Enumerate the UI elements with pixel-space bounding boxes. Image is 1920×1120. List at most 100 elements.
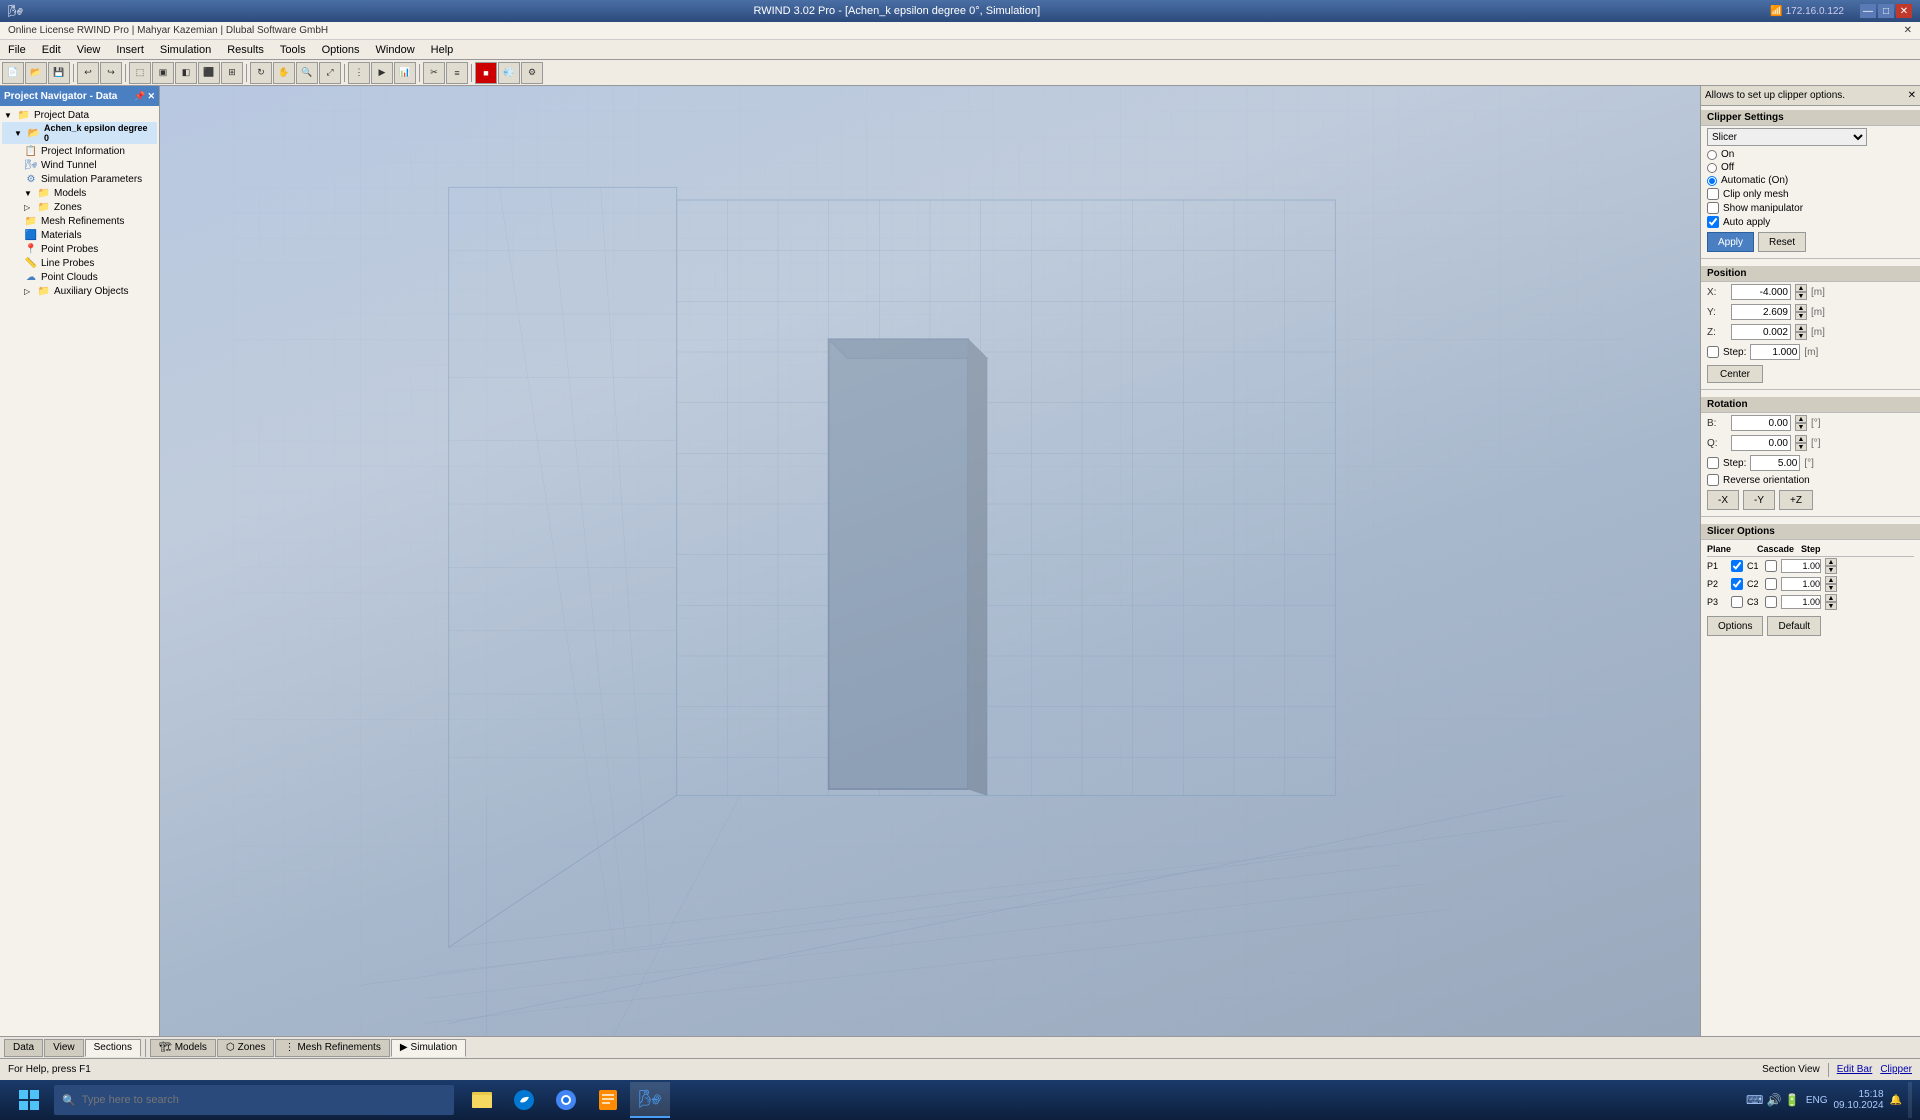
auto-apply-checkbox[interactable] <box>1707 216 1719 228</box>
pos-y-down[interactable]: ▼ <box>1795 312 1807 320</box>
pan-btn[interactable]: ✋ <box>273 62 295 84</box>
taskbar-search-box[interactable]: 🔍 <box>54 1085 454 1115</box>
start-button[interactable] <box>4 1082 54 1118</box>
rot-q-up[interactable]: ▲ <box>1795 435 1807 443</box>
license-close-btn[interactable]: ✕ <box>1904 25 1912 36</box>
view-btn5[interactable]: ⊞ <box>221 62 243 84</box>
slicer-p3-down[interactable]: ▼ <box>1825 602 1837 610</box>
rot-step-checkbox[interactable] <box>1707 457 1719 469</box>
taskbar-show-desktop-btn[interactable] <box>1908 1082 1912 1118</box>
slicer-p2-checkbox[interactable] <box>1731 578 1743 590</box>
maximize-btn[interactable]: □ <box>1878 4 1894 18</box>
taskbar-app-files[interactable] <box>588 1082 628 1118</box>
zoom-btn[interactable]: 🔍 <box>296 62 318 84</box>
view-btn4[interactable]: ⬛ <box>198 62 220 84</box>
slicer-c2-checkbox[interactable] <box>1765 578 1777 590</box>
slicer-p1-spin[interactable]: ▲ ▼ <box>1825 558 1837 574</box>
pos-y-spin[interactable]: ▲ ▼ <box>1795 304 1807 320</box>
tab-mesh-refinements[interactable]: ⋮ Mesh Refinements <box>275 1039 389 1057</box>
rot-b-down[interactable]: ▼ <box>1795 423 1807 431</box>
neg-x-button[interactable]: -X <box>1707 490 1739 510</box>
neg-y-button[interactable]: -Y <box>1743 490 1775 510</box>
tree-item-models[interactable]: ▼ 📁 Models <box>2 186 157 200</box>
taskbar-app-edge[interactable] <box>504 1082 544 1118</box>
slicer-type-dropdown[interactable]: Slicer <box>1707 128 1867 146</box>
viewport[interactable] <box>160 86 1700 1036</box>
reset-button[interactable]: Reset <box>1758 232 1806 252</box>
rot-step-input[interactable] <box>1750 455 1800 471</box>
rotate-btn[interactable]: ↻ <box>250 62 272 84</box>
menu-item-window[interactable]: Window <box>368 42 423 58</box>
tree-item-auxobjects[interactable]: ▷ 📁 Auxiliary Objects <box>2 284 157 298</box>
slicer-p1-checkbox[interactable] <box>1731 560 1743 572</box>
tree-item-pointprobes[interactable]: 📍 Point Probes <box>2 242 157 256</box>
edit-bar-btn[interactable]: Edit Bar <box>1837 1064 1873 1075</box>
taskbar-notif-icon[interactable]: 🔔 <box>1890 1095 1902 1106</box>
wind-btn[interactable]: 💨 <box>498 62 520 84</box>
redo-btn[interactable]: ↪ <box>100 62 122 84</box>
taskbar-app-explorer[interactable] <box>462 1082 502 1118</box>
slicer-c3-checkbox[interactable] <box>1765 596 1777 608</box>
radio-off[interactable] <box>1707 163 1717 173</box>
slicer-p1-down[interactable]: ▼ <box>1825 566 1837 574</box>
slicer-p3-up[interactable]: ▲ <box>1825 594 1837 602</box>
rot-q-spin[interactable]: ▲ ▼ <box>1795 435 1807 451</box>
slicer-p3-step[interactable] <box>1781 595 1821 609</box>
slicer-c1-checkbox[interactable] <box>1765 560 1777 572</box>
menu-item-edit[interactable]: Edit <box>34 42 69 58</box>
panel-header-controls[interactable]: 📌 ✕ <box>134 91 155 102</box>
menu-item-insert[interactable]: Insert <box>108 42 152 58</box>
tab-data[interactable]: Data <box>4 1039 43 1057</box>
menu-item-options[interactable]: Options <box>314 42 368 58</box>
rot-b-spin[interactable]: ▲ ▼ <box>1795 415 1807 431</box>
pos-x-input[interactable] <box>1731 284 1791 300</box>
tree-item-windtunnel[interactable]: 🌬 Wind Tunnel <box>2 158 157 172</box>
undo-btn[interactable]: ↩ <box>77 62 99 84</box>
tab-sections[interactable]: Sections <box>85 1039 141 1057</box>
slicer-p2-step[interactable] <box>1781 577 1821 591</box>
slicer-p1-step[interactable] <box>1781 559 1821 573</box>
tab-models[interactable]: 🏗 Models <box>150 1039 216 1057</box>
clipper-btn[interactable]: Clipper <box>1880 1064 1912 1075</box>
view-btn1[interactable]: ⬚ <box>129 62 151 84</box>
title-bar-controls[interactable]: — □ ✕ <box>1860 4 1912 18</box>
fit-btn[interactable]: ⤢ <box>319 62 341 84</box>
manipulator-checkbox[interactable] <box>1707 202 1719 214</box>
tab-zones[interactable]: ⬡ Zones <box>217 1039 275 1057</box>
pos-z-spin[interactable]: ▲ ▼ <box>1795 324 1807 340</box>
tree-item-meshrefinements[interactable]: 📁 Mesh Refinements <box>2 214 157 228</box>
tree-item-zones[interactable]: ▷ 📁 Zones <box>2 200 157 214</box>
pos-x-up[interactable]: ▲ <box>1795 284 1807 292</box>
right-panel-close-btn[interactable]: ✕ <box>1908 90 1916 101</box>
menu-item-file[interactable]: File <box>0 42 34 58</box>
tree-item-materials[interactable]: 🟦 Materials <box>2 228 157 242</box>
pos-x-spin[interactable]: ▲ ▼ <box>1795 284 1807 300</box>
save-btn[interactable]: 💾 <box>48 62 70 84</box>
pos-z-button[interactable]: +Z <box>1779 490 1813 510</box>
tree-item-lineprobes[interactable]: 📏 Line Probes <box>2 256 157 270</box>
menu-item-simulation[interactable]: Simulation <box>152 42 219 58</box>
rot-q-input[interactable] <box>1731 435 1791 451</box>
apply-button[interactable]: Apply <box>1707 232 1754 252</box>
tab-view[interactable]: View <box>44 1039 84 1057</box>
radio-auto[interactable] <box>1707 176 1717 186</box>
tree-item-projinfo[interactable]: 📋 Project Information <box>2 144 157 158</box>
default-button[interactable]: Default <box>1767 616 1821 636</box>
mesh-btn[interactable]: ⋮ <box>348 62 370 84</box>
taskbar-app-chrome[interactable] <box>546 1082 586 1118</box>
pos-y-input[interactable] <box>1731 304 1791 320</box>
menu-item-results[interactable]: Results <box>219 42 272 58</box>
minimize-btn[interactable]: — <box>1860 4 1876 18</box>
section-btn[interactable]: ≡ <box>446 62 468 84</box>
radio-on[interactable] <box>1707 150 1717 160</box>
options-button[interactable]: Options <box>1707 616 1763 636</box>
pos-step-input[interactable] <box>1750 344 1800 360</box>
color-btn[interactable]: ■ <box>475 62 497 84</box>
results-btn[interactable]: 📊 <box>394 62 416 84</box>
taskbar-app-rwind[interactable]: 🌬 <box>630 1082 670 1118</box>
rot-b-input[interactable] <box>1731 415 1791 431</box>
close-btn[interactable]: ✕ <box>1896 4 1912 18</box>
settings-btn[interactable]: ⚙ <box>521 62 543 84</box>
pos-z-down[interactable]: ▼ <box>1795 332 1807 340</box>
tree-root[interactable]: ▼ 📁 Project Data <box>2 108 157 122</box>
